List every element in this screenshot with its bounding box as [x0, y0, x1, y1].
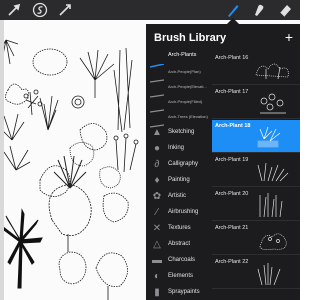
brush-set-item[interactable]: ✕ Textures	[146, 222, 212, 236]
brush-name: Arch-Plant 18	[215, 123, 251, 129]
brush-item[interactable]: Arch-Plant 17	[212, 86, 300, 119]
brush-set-label: Arch-People(Filled)	[168, 99, 203, 104]
brush-set-label: Calligraphy	[168, 161, 199, 167]
brush-item[interactable]: Arch-Plant 21	[212, 222, 300, 255]
brush-item-selected[interactable]: Arch-Plant 18	[212, 120, 300, 153]
adjustments-icon[interactable]	[6, 2, 22, 18]
brush-item[interactable]: Arch-Plant 16	[212, 52, 300, 85]
top-toolbar	[0, 0, 300, 20]
ink-drop-icon: ●	[153, 143, 161, 154]
brush-set-label: Arch-People(Elevati...	[168, 84, 207, 89]
brush-set-label: Arch-People(Plan)	[168, 69, 201, 74]
brush-set-item[interactable]: Arch-Trees (Elevation)	[146, 110, 212, 128]
brush-set-item[interactable]: ▲ Sketching	[146, 126, 212, 140]
brush-set-label: Arch-Plants	[168, 52, 197, 58]
brush-item[interactable]: Arch-Plant 20	[212, 188, 300, 221]
eraser-icon[interactable]	[277, 2, 293, 18]
brush-stroke-icon	[149, 85, 165, 98]
paint-drop-icon: ♦	[154, 175, 160, 186]
brush-set-item[interactable]: △ Abstract	[146, 238, 212, 252]
smudge-icon[interactable]	[251, 2, 267, 18]
pencil-icon: ▲	[152, 127, 162, 138]
brush-stroke-preview	[250, 225, 296, 253]
brush-set-item[interactable]: ▮ Spraypaints	[146, 286, 212, 300]
brush-set-label: Inking	[168, 145, 185, 151]
add-brush-button[interactable]: +	[282, 30, 296, 44]
brush-item[interactable]: Arch-Plant 22	[212, 256, 300, 289]
calligraphy-icon: ∂	[154, 159, 160, 170]
brush-list: Arch-Plant 16 Arch-Plant 17 Arch-Plant 1…	[212, 52, 300, 300]
brush-set-label: Arch-Trees (Elevation)	[168, 114, 208, 119]
brush-set-label: Elements	[168, 273, 194, 279]
brush-name: Arch-Plant 20	[215, 191, 249, 197]
palette-icon: ✿	[152, 191, 162, 202]
brush-icon[interactable]	[225, 2, 241, 18]
triangle-icon: △	[153, 239, 161, 250]
brush-set-item[interactable]: ⁄ Airbrushing	[146, 206, 212, 220]
brush-name: Arch-Plant 19	[215, 157, 249, 163]
charcoal-icon: ▬	[152, 255, 162, 266]
transform-icon[interactable]	[57, 2, 73, 18]
brush-library-panel: Brush Library + Arch-Plants Arch-People(…	[146, 24, 300, 300]
brush-set-label: Abstract	[168, 241, 191, 247]
brush-set-item[interactable]: ◐ Elements	[146, 270, 212, 284]
brush-set-item[interactable]: ● Inking	[146, 142, 212, 156]
brush-set-item[interactable]: ✿ Artistic	[146, 190, 212, 204]
brush-set-label: Airbrushing	[168, 209, 199, 215]
brush-name: Arch-Plant 17	[215, 89, 249, 95]
brush-set-item[interactable]: ∂ Calligraphy	[146, 158, 212, 172]
brush-set-list: Arch-Plants Arch-People(Plan) Arch-Peopl…	[146, 50, 212, 300]
brush-item[interactable]: Arch-Plant 19	[212, 154, 300, 187]
brush-set-item[interactable]: Arch-Plants	[146, 50, 212, 68]
brush-name: Arch-Plant 16	[215, 55, 249, 61]
airbrush-icon: ⁄	[156, 207, 158, 218]
brush-stroke-icon	[149, 100, 165, 113]
brush-set-item[interactable]: Arch-People(Filled)	[146, 95, 212, 113]
brush-set-label: Painting	[168, 177, 190, 183]
brush-stroke-preview	[250, 259, 296, 287]
texture-icon: ✕	[152, 223, 162, 234]
brush-stroke-icon	[149, 55, 165, 68]
spray-can-icon: ▮	[154, 287, 160, 298]
brush-set-item[interactable]: ♦ Painting	[146, 174, 212, 188]
brush-name: Arch-Plant 22	[215, 259, 249, 265]
brush-stroke-icon	[149, 70, 165, 83]
selection-icon[interactable]	[32, 2, 48, 18]
brush-set-label: Sketching	[168, 129, 195, 135]
brush-set-label: Artistic	[168, 193, 186, 199]
size-opacity-sidebar[interactable]	[0, 20, 4, 300]
brush-stroke-preview	[250, 191, 296, 219]
brush-stroke-preview	[250, 55, 296, 83]
brush-set-item[interactable]: ▬ Charcoals	[146, 254, 212, 268]
brush-set-label: Spraypaints	[168, 289, 200, 295]
brush-stroke-preview	[250, 89, 296, 117]
brush-set-label: Charcoals	[168, 257, 196, 263]
brush-stroke-preview	[250, 157, 296, 185]
panel-title: Brush Library	[154, 32, 227, 44]
brush-set-item[interactable]: Arch-People(Elevati...	[146, 80, 212, 98]
yin-yang-icon: ◐	[153, 271, 161, 282]
brush-set-item[interactable]: Arch-People(Plan)	[146, 65, 212, 83]
brush-set-label: Textures	[168, 225, 191, 231]
brush-stroke-preview	[250, 123, 296, 151]
brush-name: Arch-Plant 21	[215, 225, 249, 231]
brush-stroke-icon	[149, 115, 165, 128]
